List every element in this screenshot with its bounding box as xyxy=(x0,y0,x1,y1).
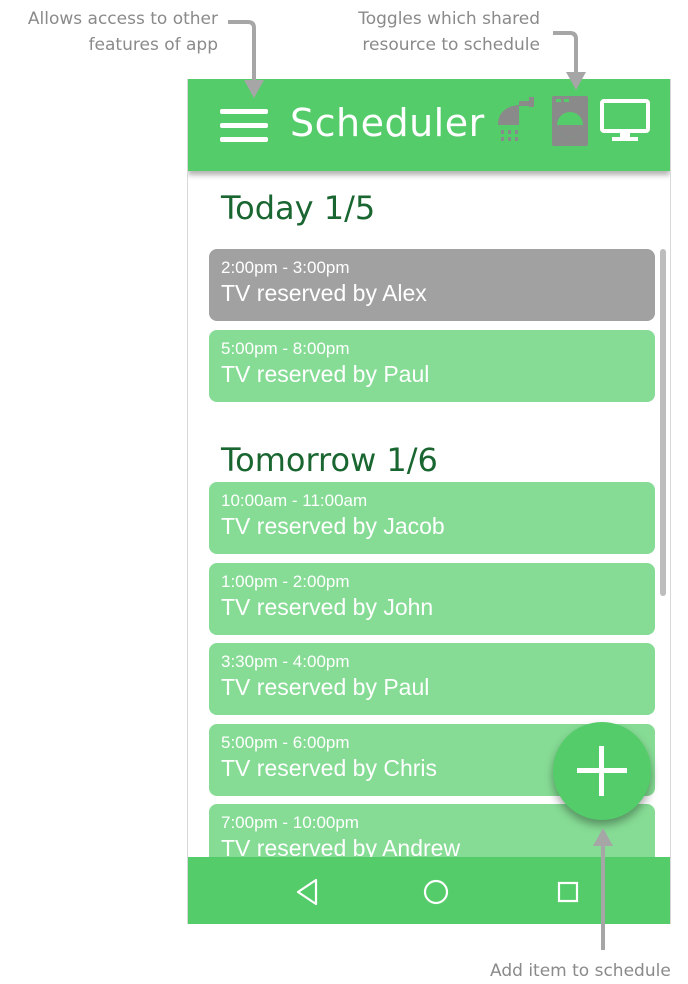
day-heading-today: Today 1/5 xyxy=(221,189,376,227)
home-button[interactable] xyxy=(419,875,453,909)
reservation-card[interactable]: 3:30pm - 4:00pm TV reserved by Paul xyxy=(209,643,655,715)
reservation-time: 5:00pm - 8:00pm xyxy=(221,339,350,358)
reservation-time: 10:00am - 11:00am xyxy=(221,491,368,510)
reservation-time: 3:30pm - 4:00pm xyxy=(221,652,350,671)
reservation-time: 2:00pm - 3:00pm xyxy=(221,258,350,277)
back-button[interactable] xyxy=(290,875,324,909)
tv-icon xyxy=(600,99,650,141)
reservation-time: 1:00pm - 2:00pm xyxy=(221,572,350,591)
menu-annotation-line1: Allows access to other xyxy=(27,9,218,29)
menu-button[interactable] xyxy=(220,109,268,143)
reservation-label: TV reserved by Paul xyxy=(221,674,430,700)
phone-screen: Scheduler Today 1/5 2:00pm - 3:00pm TV r… xyxy=(187,79,671,924)
toggle-annotation: Toggles which shared resource to schedul… xyxy=(358,6,540,58)
washing-machine-toggle[interactable] xyxy=(551,95,589,152)
toggle-annotation-line1: Toggles which shared xyxy=(358,9,540,29)
reservation-label: TV reserved by Andrew xyxy=(221,835,461,857)
back-icon xyxy=(296,878,318,906)
menu-icon-bar xyxy=(220,137,268,142)
system-nav-bar xyxy=(188,857,670,924)
tv-toggle[interactable] xyxy=(600,99,650,148)
recents-icon xyxy=(557,881,579,903)
app-title: Scheduler xyxy=(290,101,485,145)
app-bar: Scheduler xyxy=(188,79,670,171)
fab-annotation: Add item to schedule xyxy=(490,961,671,981)
toggle-annotation-line2: resource to schedule xyxy=(362,35,540,55)
home-icon xyxy=(423,879,449,905)
reservation-label: TV reserved by Paul xyxy=(221,361,430,387)
menu-annotation: Allows access to other features of app xyxy=(28,6,218,58)
reservation-card[interactable]: 10:00am - 11:00am TV reserved by Jacob xyxy=(209,482,655,554)
scrollbar[interactable] xyxy=(660,249,666,596)
reservation-time: 7:00pm - 10:00pm xyxy=(221,813,359,832)
menu-icon-bar xyxy=(220,123,268,128)
shower-icon xyxy=(498,97,534,141)
menu-arrow xyxy=(228,20,256,82)
reservation-label: TV reserved by Alex xyxy=(221,280,427,306)
menu-icon-bar xyxy=(220,109,268,114)
reservation-label: TV reserved by Jacob xyxy=(221,513,445,539)
menu-annotation-line2: features of app xyxy=(88,35,218,55)
reservation-card[interactable]: 1:00pm - 2:00pm TV reserved by John xyxy=(209,563,655,635)
reservation-label: TV reserved by John xyxy=(221,594,434,620)
add-reservation-button[interactable] xyxy=(553,722,651,820)
washing-machine-icon xyxy=(552,96,588,146)
recents-button[interactable] xyxy=(551,875,585,909)
reservation-card[interactable]: 2:00pm - 3:00pm TV reserved by Alex xyxy=(209,249,655,321)
toggle-arrow xyxy=(553,31,578,80)
day-heading-tomorrow: Tomorrow 1/6 xyxy=(221,441,438,479)
shower-toggle[interactable] xyxy=(495,95,537,152)
reservation-card[interactable]: 5:00pm - 8:00pm TV reserved by Paul xyxy=(209,330,655,402)
